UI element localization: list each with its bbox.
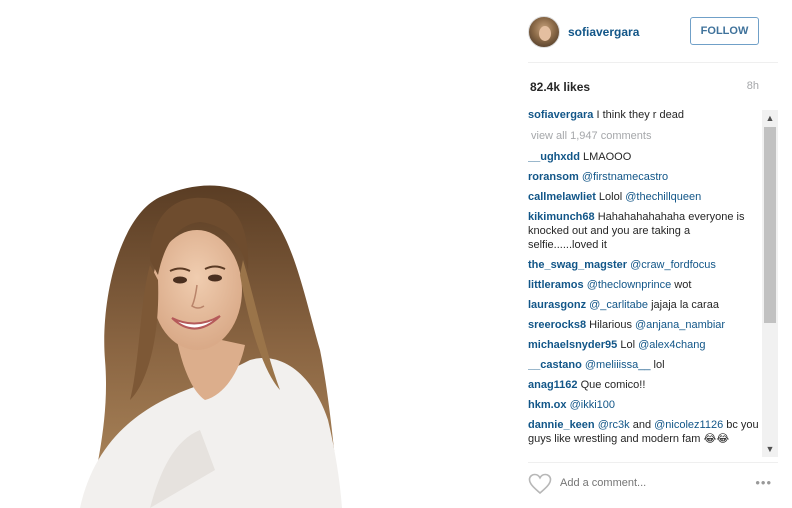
comment-text-suffix: wot xyxy=(671,279,692,291)
caption-username[interactable]: sofiavergara xyxy=(528,109,593,121)
comment-mention[interactable]: @rc3k xyxy=(598,419,630,431)
comment-username[interactable]: roransom xyxy=(528,171,579,183)
post-photo xyxy=(0,0,510,508)
list-item: roransom @firstnamecastro xyxy=(528,170,760,184)
comment-mention[interactable]: @_carlitabe xyxy=(589,299,648,311)
follow-button[interactable]: FOLLOW xyxy=(690,17,759,45)
comment-mention[interactable]: @thechillqueen xyxy=(625,191,701,203)
likes-count[interactable]: 82.4k likes xyxy=(530,80,590,94)
comment-username[interactable]: dannie_keen xyxy=(528,419,595,431)
comment-text: LMAOOO xyxy=(579,151,632,163)
comment-username[interactable]: littleramos xyxy=(528,279,584,291)
post-side-panel: sofiavergara FOLLOW 82.4k likes 8h sofia… xyxy=(510,0,792,508)
comment-username[interactable]: anag1162 xyxy=(528,379,578,391)
comment-username[interactable]: __ughxdd xyxy=(528,151,580,163)
comments-list[interactable]: sofiavergara I think they r dead view al… xyxy=(528,108,760,458)
username-link[interactable]: sofiavergara xyxy=(568,25,639,39)
caption-text: I think they r dead xyxy=(593,109,684,121)
add-comment-input[interactable] xyxy=(560,477,720,489)
comment-mention[interactable]: @craw_fordfocus xyxy=(630,259,716,271)
comment-mention[interactable]: @nicolez1126 xyxy=(654,419,723,431)
list-item: dannie_keen @rc3k and @nicolez1126 bc yo… xyxy=(528,418,760,446)
comment-text: Lol xyxy=(617,339,639,351)
comment-mention[interactable]: @theclownprince xyxy=(587,279,672,291)
list-item: hkm.ox @ikki100 xyxy=(528,398,760,412)
comment-mention[interactable]: @ikki100 xyxy=(570,399,615,411)
comment-username[interactable]: kikimunch68 xyxy=(528,211,595,223)
comment-text: Lolol xyxy=(595,191,626,203)
scroll-up-arrow-icon[interactable]: ▲ xyxy=(762,110,778,126)
list-item: littleramos @theclownprince wot xyxy=(528,278,760,292)
comment-username[interactable]: laurasgonz xyxy=(528,299,586,311)
comment-mention[interactable]: @alex4chang xyxy=(638,339,705,351)
divider-top xyxy=(528,62,778,63)
comment-username[interactable]: callmelawliet xyxy=(528,191,596,203)
post-time[interactable]: 8h xyxy=(747,80,759,92)
comment-mention[interactable]: @firstnamecastro xyxy=(582,171,668,183)
list-item: kikimunch68 Hahahahahahaha everyone is k… xyxy=(528,210,760,252)
photo-woman-selfie xyxy=(80,185,342,508)
list-item: michaelsnyder95 Lol @alex4chang xyxy=(528,338,760,352)
caption: sofiavergara I think they r dead xyxy=(528,108,760,122)
comment-text: Hilarious xyxy=(586,319,636,331)
divider-bottom xyxy=(528,462,778,463)
comment-text: Que comico!! xyxy=(577,379,646,391)
comment-text-suffix: jajaja la caraa xyxy=(648,299,719,311)
comments-scrollbar[interactable]: ▲ ▼ xyxy=(762,110,778,457)
comment-username[interactable]: hkm.ox xyxy=(528,399,567,411)
scrollbar-thumb[interactable] xyxy=(764,127,776,323)
list-item: anag1162 Que comico!! xyxy=(528,378,760,392)
scroll-down-arrow-icon[interactable]: ▼ xyxy=(762,441,778,457)
avatar[interactable] xyxy=(528,16,560,48)
post-header: sofiavergara FOLLOW xyxy=(528,14,778,50)
comment-mention[interactable]: @meliiissa__ xyxy=(585,359,651,371)
list-item: the_swag_magster @craw_fordfocus xyxy=(528,258,760,272)
more-options-icon[interactable]: ••• xyxy=(755,475,772,490)
comment-bar: ••• xyxy=(528,472,778,496)
list-item: laurasgonz @_carlitabe jajaja la caraa xyxy=(528,298,760,312)
list-item: __castano @meliiissa__ lol xyxy=(528,358,760,372)
list-item: __ughxdd LMAOOO xyxy=(528,150,760,164)
comment-text-suffix: and xyxy=(629,419,655,431)
heart-icon[interactable] xyxy=(528,473,552,495)
comment-mention[interactable]: @anjana_nambiar xyxy=(635,319,725,331)
comment-username[interactable]: __castano xyxy=(528,359,582,371)
view-all-comments-link[interactable]: view all 1,947 comments xyxy=(528,130,760,142)
list-item: callmelawliet Lolol @thechillqueen xyxy=(528,190,760,204)
list-item: sreerocks8 Hilarious @anjana_nambiar xyxy=(528,318,760,332)
comment-text-suffix: lol xyxy=(650,359,665,371)
comment-username[interactable]: sreerocks8 xyxy=(528,319,586,331)
comment-username[interactable]: the_swag_magster xyxy=(528,259,627,271)
comment-username[interactable]: michaelsnyder95 xyxy=(528,339,617,351)
